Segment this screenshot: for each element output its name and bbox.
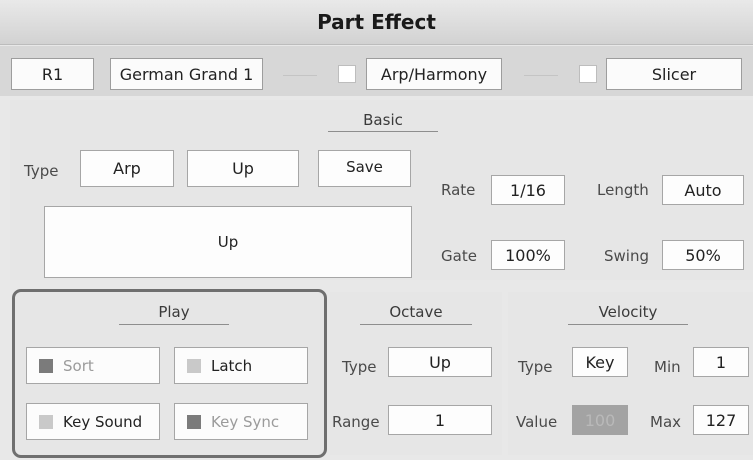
velocity-value-label: Value <box>516 413 558 431</box>
basic-section-title: Basic <box>363 111 403 129</box>
slicer-checkbox[interactable] <box>579 65 597 83</box>
latch-label: Latch <box>211 356 253 375</box>
key-sync-led-icon <box>187 414 201 429</box>
velocity-panel: Velocity Type Key Min 1 Value 100 Max 12… <box>508 292 753 455</box>
octave-type-label: Type <box>342 358 377 376</box>
play-section-title: Play <box>158 303 190 321</box>
swing-field[interactable]: 50% <box>662 240 744 270</box>
key-sync-button[interactable]: Key Sync <box>174 403 308 440</box>
key-sound-led-icon <box>39 414 53 429</box>
save-button[interactable]: Save <box>318 150 411 187</box>
min-field[interactable]: 1 <box>693 347 749 377</box>
key-sound-button[interactable]: Key Sound <box>26 403 160 440</box>
basic-panel: Basic Type Arp Up Save Up Rate 1/16 Leng… <box>10 100 753 280</box>
sort-button[interactable]: Sort <box>26 347 160 384</box>
max-field[interactable]: 127 <box>693 405 749 435</box>
velocity-value-field: 100 <box>572 405 628 435</box>
max-label: Max <box>650 413 682 431</box>
velocity-type-field[interactable]: Key <box>572 347 628 377</box>
sort-led-icon <box>39 358 53 373</box>
part-header-row: R1 German Grand 1 Arp/Harmony Slicer <box>0 46 753 96</box>
pattern-display: Up <box>44 206 412 278</box>
gate-label: Gate <box>441 247 477 265</box>
page-title: Part Effect <box>0 0 753 45</box>
rate-field[interactable]: 1/16 <box>491 175 565 205</box>
connector-line <box>524 75 558 76</box>
key-sound-label: Key Sound <box>63 412 143 431</box>
arp-type-selector[interactable]: Arp <box>80 150 174 187</box>
latch-button[interactable]: Latch <box>174 347 308 384</box>
rate-label: Rate <box>441 181 476 199</box>
octave-type-field[interactable]: Up <box>388 347 492 377</box>
length-label: Length <box>597 181 649 199</box>
part-selector[interactable]: R1 <box>11 58 94 90</box>
min-label: Min <box>654 358 681 376</box>
slicer-button[interactable]: Slicer <box>606 58 742 90</box>
swing-label: Swing <box>604 247 649 265</box>
octave-title-underline <box>360 324 472 325</box>
key-sync-label: Key Sync <box>211 412 280 431</box>
octave-panel: Octave Type Up Range 1 <box>330 292 502 455</box>
velocity-type-label: Type <box>518 358 553 376</box>
latch-led-icon <box>187 358 201 373</box>
voice-name-field[interactable]: German Grand 1 <box>110 58 263 90</box>
octave-section-title: Octave <box>389 303 443 321</box>
velocity-title-underline <box>568 324 688 325</box>
gate-field[interactable]: 100% <box>491 240 565 270</box>
type-label: Type <box>24 162 59 180</box>
play-panel: Play Sort Latch Key Sound Key Sync <box>15 292 324 455</box>
arp-harmony-button[interactable]: Arp/Harmony <box>366 58 502 90</box>
range-label: Range <box>332 413 380 431</box>
arp-harmony-checkbox[interactable] <box>338 65 356 83</box>
arp-pattern-selector[interactable]: Up <box>187 150 299 187</box>
basic-title-underline <box>328 131 438 132</box>
sort-label: Sort <box>63 356 94 375</box>
velocity-section-title: Velocity <box>598 303 658 321</box>
connector-line <box>283 75 317 76</box>
length-field[interactable]: Auto <box>662 175 744 205</box>
range-field[interactable]: 1 <box>388 405 492 435</box>
play-title-underline <box>119 324 229 325</box>
